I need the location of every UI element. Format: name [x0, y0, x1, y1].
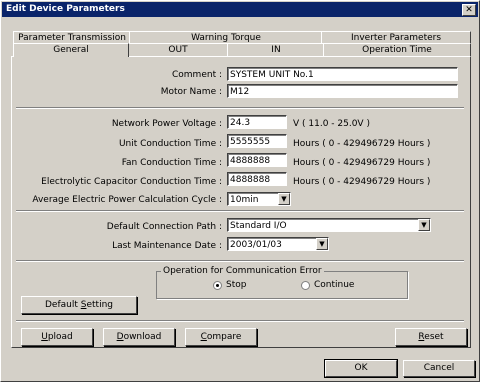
- radio-continue[interactable]: [301, 281, 310, 290]
- select-value: 10min: [230, 195, 259, 205]
- button-label: etting: [86, 300, 113, 310]
- button-label: Default: [45, 300, 81, 310]
- tab-label: Parameter Transmission: [18, 33, 126, 43]
- voltage-range: V ( 11.0 - 25.0V ): [293, 119, 370, 129]
- button-label: U: [41, 332, 48, 342]
- date-value: 2003/01/03: [230, 240, 282, 250]
- motor-name-field[interactable]: M12: [227, 84, 458, 98]
- network-power-voltage-field[interactable]: 24.3: [227, 115, 287, 129]
- radio-continue-label: Continue: [314, 280, 355, 290]
- fan-conduction-time-label: Fan Conduction Time :: [121, 158, 222, 168]
- default-setting-button[interactable]: Default Setting: [21, 296, 137, 314]
- dropdown-arrow-icon[interactable]: ▼: [278, 193, 290, 205]
- divider: [16, 107, 464, 109]
- cancel-button[interactable]: Cancel: [403, 360, 475, 377]
- average-power-cycle-label: Average Electric Power Calculation Cycle…: [32, 195, 222, 205]
- tab-operation-time[interactable]: Operation Time: [323, 43, 471, 56]
- comment-field[interactable]: SYSTEM UNIT No.1: [227, 67, 458, 81]
- button-label: pload: [47, 332, 73, 342]
- dropdown-arrow-icon[interactable]: ▼: [316, 238, 328, 250]
- fan-conduction-time-field[interactable]: 4888888: [227, 153, 287, 167]
- ok-button[interactable]: OK: [324, 359, 398, 378]
- compare-button[interactable]: Compare: [185, 328, 257, 346]
- motor-name-label: Motor Name :: [160, 87, 222, 97]
- default-connection-path-select[interactable]: Standard I/O ▼: [227, 218, 431, 232]
- radio-stop[interactable]: [213, 281, 222, 290]
- divider: [16, 210, 464, 212]
- uct-range: Hours ( 0 - 429496729 Hours ): [293, 139, 431, 149]
- ecct-range: Hours ( 0 - 429496729 Hours ): [293, 177, 431, 187]
- average-power-cycle-select[interactable]: 10min ▼: [227, 192, 291, 206]
- tab-general[interactable]: General: [13, 43, 129, 57]
- comment-label: Comment :: [172, 70, 222, 80]
- upload-button[interactable]: Upload: [21, 328, 93, 346]
- tab-label: OUT: [168, 45, 188, 55]
- window-title: Edit Device Parameters: [6, 4, 125, 14]
- tab-label: Inverter Parameters: [350, 33, 442, 43]
- close-icon[interactable]: ✕: [462, 4, 476, 16]
- last-maintenance-date-label: Last Maintenance Date :: [112, 241, 222, 251]
- tab-label: IN: [271, 45, 281, 55]
- dropdown-arrow-icon[interactable]: ▼: [418, 219, 430, 231]
- button-label: ownload: [123, 332, 162, 342]
- select-value: Standard I/O: [230, 221, 287, 231]
- electrolytic-capacitor-label: Electrolytic Capacitor Conduction Time :: [41, 177, 222, 187]
- comm-error-title: Operation for Communication Error: [161, 266, 324, 276]
- tab-out[interactable]: OUT: [127, 43, 229, 56]
- button-label: D: [116, 332, 124, 342]
- unit-conduction-time-label: Unit Conduction Time :: [118, 139, 222, 149]
- divider: [16, 260, 464, 262]
- tab-label: Operation Time: [362, 45, 432, 55]
- tab-label: General: [53, 45, 89, 55]
- button-label: eset: [424, 332, 444, 342]
- reset-button[interactable]: Reset: [395, 328, 467, 346]
- title-bar: Edit Device Parameters ✕: [2, 2, 478, 17]
- dialog-window: Edit Device Parameters ✕ Parameter Trans…: [0, 0, 480, 382]
- tab-in[interactable]: IN: [227, 43, 325, 56]
- network-power-voltage-label: Network Power Voltage :: [111, 119, 222, 129]
- download-button[interactable]: Download: [103, 328, 175, 346]
- default-connection-path-label: Default Connection Path :: [106, 222, 222, 232]
- unit-conduction-time-field[interactable]: 5555555: [227, 134, 287, 148]
- button-label: ompare: [206, 332, 242, 342]
- radio-stop-label: Stop: [226, 280, 247, 290]
- divider: [16, 320, 464, 322]
- electrolytic-capacitor-field[interactable]: 4888888: [227, 172, 287, 186]
- last-maintenance-date-picker[interactable]: 2003/01/03 ▼: [227, 237, 329, 251]
- fct-range: Hours ( 0 - 429496729 Hours ): [293, 158, 431, 168]
- tab-label: Warning Torque: [191, 33, 261, 43]
